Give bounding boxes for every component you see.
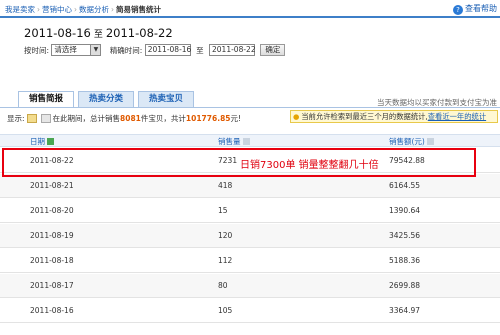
- range-tip: ● 当前允许检索到最近三个月的数据统计,查看近一年的统计: [290, 110, 498, 123]
- cell-quantity: 15: [218, 206, 228, 215]
- header-divider: [0, 16, 500, 18]
- end-date-input[interactable]: 2011-08-22: [209, 44, 256, 56]
- cell-quantity: 105: [218, 306, 233, 315]
- tab-hot-items[interactable]: 热卖宝贝: [138, 91, 195, 107]
- cell-date: 2011-08-16: [30, 306, 74, 315]
- table-row: 2011-08-19 120 3425.56: [0, 224, 500, 248]
- breadcrumb-seller[interactable]: 我是卖家: [5, 5, 35, 14]
- column-quantity[interactable]: 销售量: [218, 136, 250, 147]
- cell-quantity: 120: [218, 231, 233, 240]
- tab-divider: [0, 107, 500, 108]
- column-amount[interactable]: 销售额(元): [389, 136, 434, 147]
- cell-date: 2011-08-19: [30, 231, 74, 240]
- range-to: 至: [93, 30, 103, 40]
- column-date[interactable]: 日期: [30, 136, 54, 147]
- help-label: 查看帮助: [465, 4, 497, 13]
- period-select-value: 请选择: [54, 45, 77, 54]
- table-row: 2011-08-17 80 2699.88: [0, 274, 500, 298]
- breadcrumb-separator: ›: [111, 5, 114, 14]
- table-row: 2011-08-16 105 3364.97: [0, 299, 500, 323]
- confirm-button[interactable]: 确定: [260, 44, 286, 56]
- tab-bar: 销售简报 热卖分类 热卖宝贝: [18, 91, 198, 107]
- summary-suffix: 元!: [230, 114, 242, 123]
- cell-amount: 3364.97: [389, 306, 421, 315]
- cell-amount: 3425.56: [389, 231, 421, 240]
- summary-prefix: 在此期间，总计销售: [52, 114, 121, 123]
- cell-date: 2011-08-20: [30, 206, 74, 215]
- start-date-input[interactable]: 2011-08-16: [144, 44, 191, 56]
- filter-to-label: 至: [196, 45, 204, 55]
- period-label: 按时间:: [24, 45, 50, 55]
- lightbulb-icon: ●: [293, 112, 300, 121]
- breadcrumb-separator: ›: [37, 5, 40, 14]
- column-date-label: 日期: [30, 137, 45, 146]
- summary-line: 显示: 在此期间，总计销售8081件宝贝，共计101776.85元!: [7, 113, 241, 124]
- table-row: 2011-08-20 15 1390.64: [0, 199, 500, 223]
- cell-date: 2011-08-18: [30, 256, 74, 265]
- breadcrumb-marketing[interactable]: 营销中心: [42, 5, 72, 14]
- breadcrumb-current: 简易销售统计: [116, 5, 161, 14]
- tip-text: 当前允许检索到最近三个月的数据统计,: [301, 112, 428, 121]
- date-range-title: 2011-08-16 至 2011-08-22: [24, 26, 173, 40]
- breadcrumb-separator: ›: [74, 5, 77, 14]
- breadcrumb: 我是卖家 › 营销中心 › 数据分析 › 简易销售统计: [5, 4, 161, 14]
- range-end: 2011-08-22: [105, 26, 173, 40]
- total-amount: 101776.85: [185, 114, 231, 123]
- tab-hot-categories[interactable]: 热卖分类: [78, 91, 135, 107]
- period-select[interactable]: 请选择 ▼: [51, 44, 102, 56]
- chevron-down-icon: ▼: [90, 45, 101, 55]
- cell-amount: 2699.88: [389, 281, 421, 290]
- display-label: 显示:: [7, 114, 25, 123]
- tip-link[interactable]: 查看近一年的统计: [428, 112, 486, 121]
- cell-amount: 1390.64: [389, 206, 421, 215]
- sort-icon: [426, 138, 434, 145]
- sort-icon: [242, 138, 250, 145]
- cell-quantity: 418: [218, 181, 233, 190]
- help-link[interactable]: ? 查看帮助: [453, 3, 497, 15]
- exact-time-label: 精确时间:: [109, 45, 143, 55]
- highlight-box: [2, 148, 476, 177]
- help-icon: ?: [453, 5, 463, 15]
- table-header: 日期 销售量 销售额(元): [0, 134, 500, 147]
- breadcrumb-analysis[interactable]: 数据分析: [79, 5, 109, 14]
- cell-amount: 5188.36: [389, 256, 421, 265]
- range-start: 2011-08-16: [24, 26, 91, 40]
- cell-date: 2011-08-17: [30, 281, 74, 290]
- summary-mid: 件宝贝，共计: [140, 114, 186, 123]
- table-row: 2011-08-18 112 5188.36: [0, 249, 500, 273]
- column-amount-label: 销售额(元): [389, 137, 425, 146]
- column-quantity-label: 销售量: [218, 137, 241, 146]
- highlight-annotation: 日销7300单 销量整整翻几十倍: [240, 160, 379, 171]
- chart-view-icon[interactable]: [26, 114, 37, 123]
- sort-icon: [47, 138, 54, 145]
- cell-amount: 6164.55: [389, 181, 421, 190]
- filter-bar: 按时间: 请选择 ▼ 精确时间: 2011-08-16 至 2011-08-22 …: [24, 44, 286, 56]
- table-row: 2011-08-21 418 6164.55: [0, 174, 500, 198]
- cell-quantity: 80: [218, 281, 228, 290]
- table-view-icon[interactable]: [40, 114, 51, 123]
- tab-sales-brief[interactable]: 销售简报: [18, 91, 75, 107]
- total-count: 8081: [120, 114, 141, 123]
- cell-quantity: 112: [218, 256, 233, 265]
- cell-date: 2011-08-21: [30, 181, 74, 190]
